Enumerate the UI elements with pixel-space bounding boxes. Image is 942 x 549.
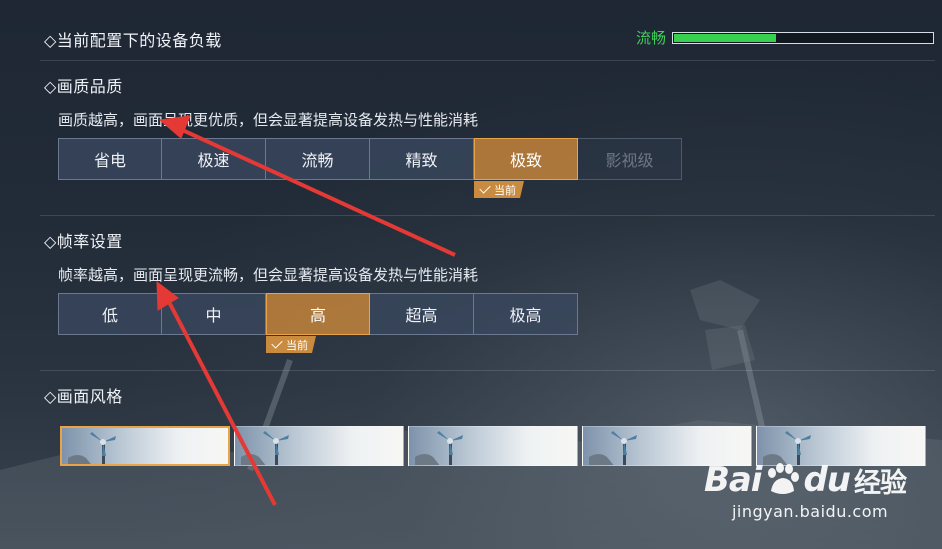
quality-options: 省电 极速 流畅 精致 极致 影视级 [58,138,682,180]
framerate-option-medium[interactable]: 中 [162,293,266,335]
framerate-current-tag: 当前 [266,336,316,353]
quality-option-fast[interactable]: 极速 [162,138,266,180]
baidu-watermark: Bai du 经验 jingyan.baidu.com [703,460,907,521]
quality-current-tag: 当前 [474,181,524,198]
windmill-scene-icon [415,431,463,465]
divider [40,60,935,61]
framerate-options: 低 中 高 超高 极高 [58,293,578,335]
paw-icon [768,463,800,494]
framerate-description: 帧率越高，画面呈现更流畅，但会显著提高设备发热与性能消耗 [58,266,479,284]
quality-current-tag-label: 当前 [494,183,516,197]
check-icon [271,337,283,349]
style-thumbnail[interactable] [234,426,404,466]
windmill-scene-icon [589,431,637,465]
quality-option-smooth[interactable]: 流畅 [266,138,370,180]
performance-meter: 流畅 [636,27,934,48]
baidu-logo-prefix: Bai [703,460,763,500]
windmill-scene-icon [241,431,289,465]
style-thumbnail[interactable] [60,426,230,466]
performance-status-label: 流畅 [635,29,666,47]
framerate-title: ◇帧率设置 [44,232,123,251]
baidu-logo-suffix: du [803,460,851,500]
device-load-title: ◇当前配置下的设备负载 [44,31,222,50]
quality-option-extreme[interactable]: 极致 [474,138,578,180]
baidu-logo: Bai du 经验 [703,460,907,500]
performance-bar-fill [674,33,776,42]
performance-bar [672,31,934,44]
framerate-option-low[interactable]: 低 [58,293,162,335]
watermark-url: jingyan.baidu.com [731,502,889,521]
divider [40,370,935,371]
quality-description: 画质越高，画面呈现更优质，但会显著提高设备发热与性能消耗 [58,111,479,129]
check-icon [479,182,491,194]
quality-title: ◇画质品质 [44,77,123,96]
baidu-logo-cn: 经验 [854,467,907,499]
windmill-scene-icon [68,432,116,464]
quality-option-fine[interactable]: 精致 [370,138,474,180]
style-thumbnail[interactable] [408,426,578,466]
framerate-option-extreme[interactable]: 极高 [474,293,578,335]
framerate-current-tag-label: 当前 [286,338,308,352]
framerate-option-high[interactable]: 高 [266,293,370,335]
framerate-option-ultra[interactable]: 超高 [370,293,474,335]
quality-option-power-save[interactable]: 省电 [58,138,162,180]
style-title: ◇画面风格 [44,387,123,406]
quality-option-cinematic[interactable]: 影视级 [578,138,682,180]
divider [40,215,935,216]
